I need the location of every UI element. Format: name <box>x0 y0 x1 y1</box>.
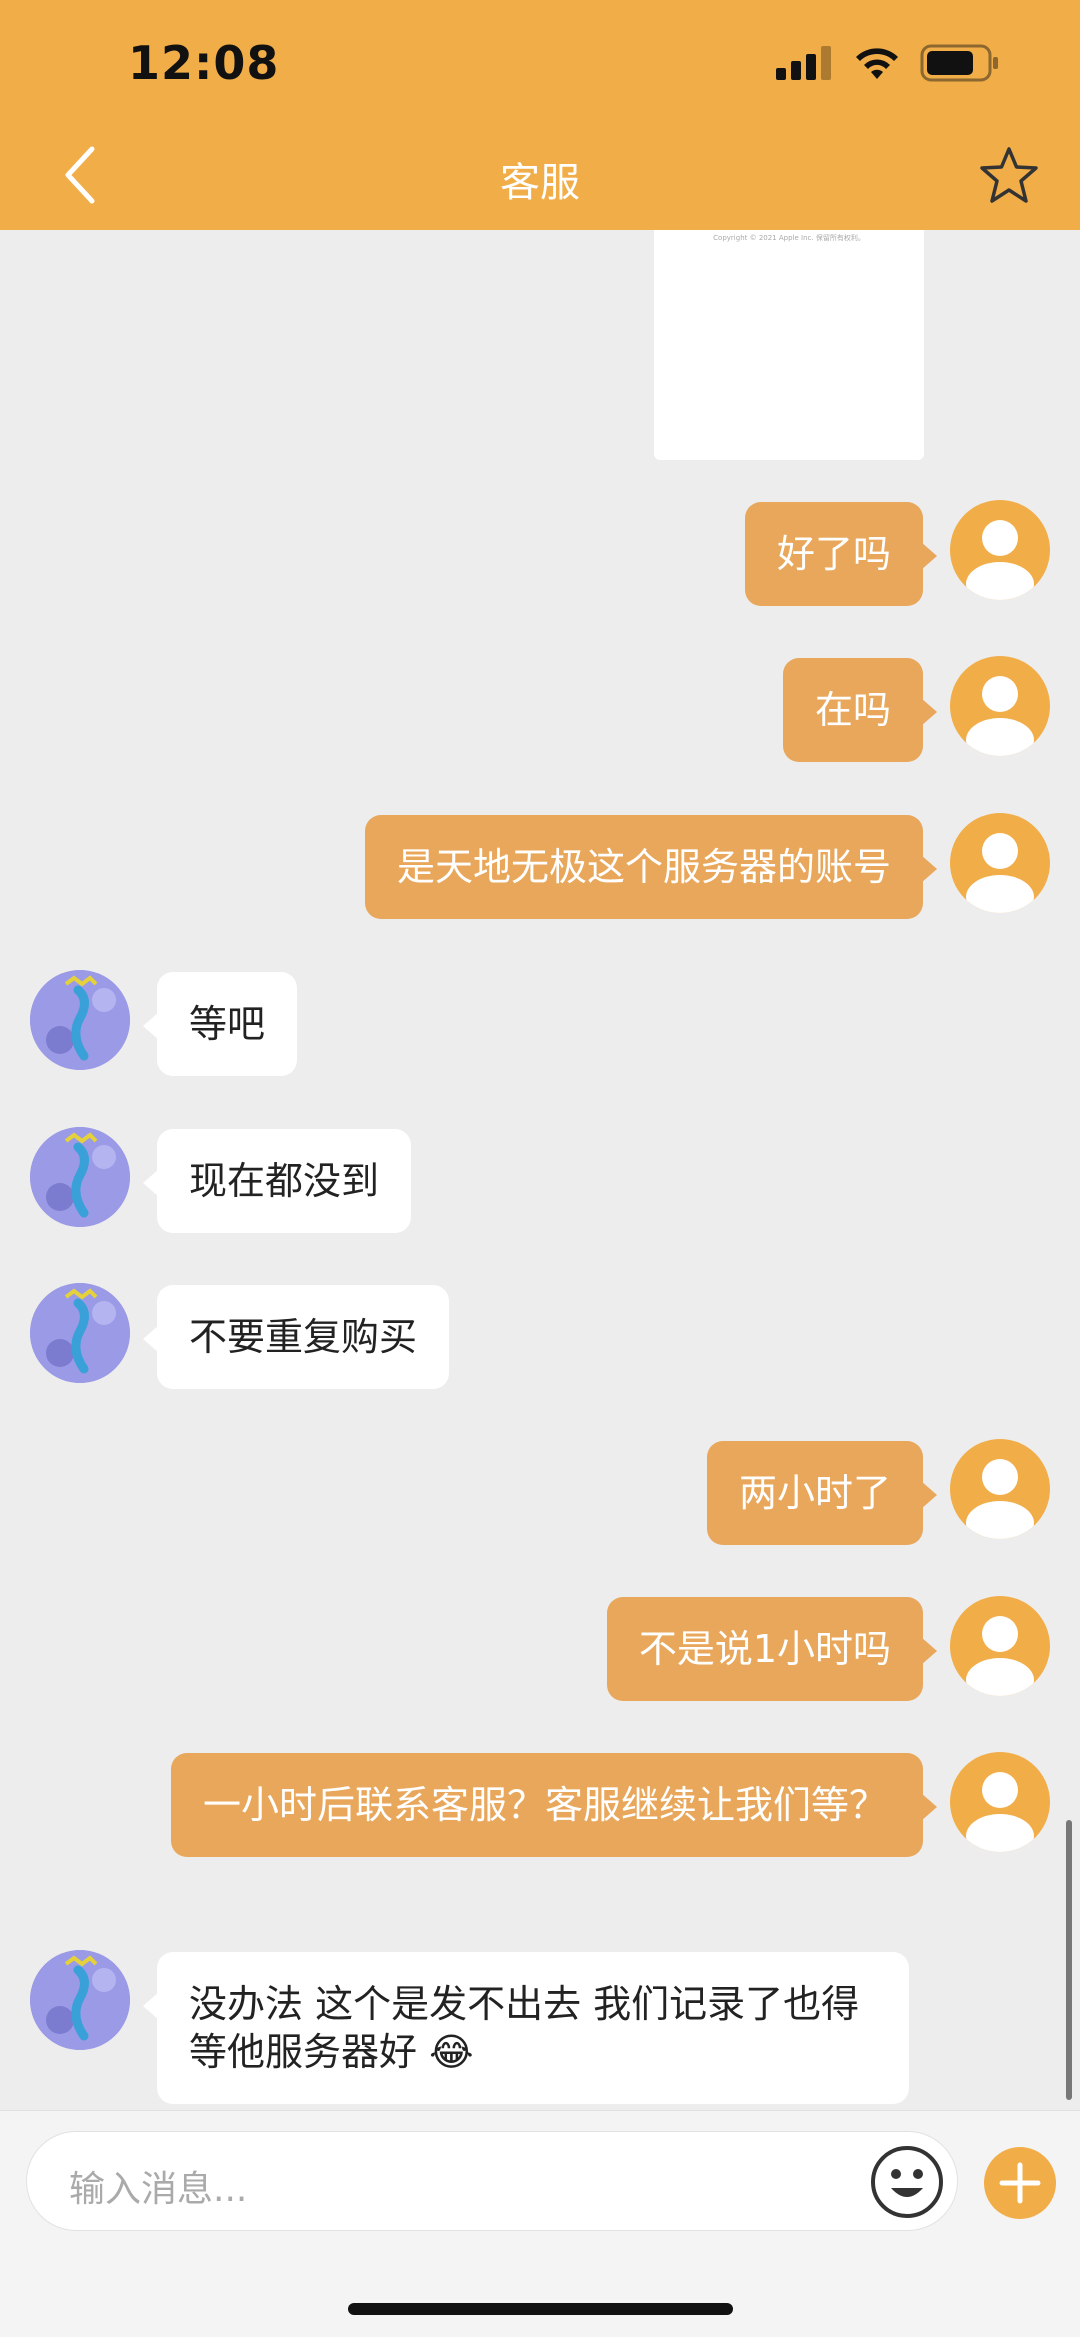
message-bubble-outgoing[interactable]: 一小时后联系客服？客服继续让我们等？ <box>171 1753 937 1857</box>
message-bubble-outgoing[interactable]: 在吗 <box>782 658 938 762</box>
image-message[interactable]: Copyright © 2021 Apple Inc. 保留所有权利。 <box>654 230 924 460</box>
user-avatar[interactable] <box>950 1596 1050 1696</box>
home-indicator[interactable] <box>348 2303 733 2315</box>
battery-icon <box>920 44 998 82</box>
message-bubble-outgoing[interactable]: 不是说1小时吗 <box>606 1597 938 1701</box>
wifi-icon <box>856 48 898 79</box>
status-time: 12:08 <box>128 36 280 90</box>
emoji-icon[interactable] <box>869 2144 945 2220</box>
page-title: 客服 <box>500 160 580 206</box>
message-bubble-incoming[interactable]: 不要重复购买 <box>142 1285 450 1389</box>
user-avatar[interactable] <box>950 500 1050 600</box>
message-bubble-incoming[interactable]: 现在都没到 <box>142 1129 412 1233</box>
plus-icon <box>999 2162 1041 2204</box>
header: 12:08 客服 <box>0 0 1080 230</box>
agent-avatar[interactable] <box>30 970 130 1070</box>
message-composer: 输入消息... <box>0 2110 1080 2337</box>
message-input-placeholder: 输入消息... <box>69 2169 248 2210</box>
user-avatar[interactable] <box>950 656 1050 756</box>
agent-avatar[interactable] <box>30 1950 130 2050</box>
user-avatar[interactable] <box>950 1752 1050 1852</box>
agent-avatar[interactable] <box>30 1283 130 1383</box>
status-icons <box>776 44 1000 82</box>
chat-history[interactable]: Copyright © 2021 Apple Inc. 保留所有权利。 好了吗 … <box>0 230 1080 2110</box>
message-bubble-outgoing[interactable]: 是天地无极这个服务器的账号 <box>364 815 938 919</box>
agent-avatar[interactable] <box>30 1127 130 1227</box>
message-bubble-outgoing[interactable]: 好了吗 <box>744 502 938 606</box>
user-avatar[interactable] <box>950 1439 1050 1539</box>
message-bubble-incoming[interactable]: 等吧 <box>142 972 298 1076</box>
star-icon[interactable] <box>978 145 1040 205</box>
image-caption: Copyright © 2021 Apple Inc. 保留所有权利。 <box>713 234 865 242</box>
message-input[interactable]: 输入消息... <box>26 2131 958 2231</box>
user-avatar[interactable] <box>950 813 1050 913</box>
message-bubble-incoming[interactable]: 没办法 这个是发不出去 我们记录了也得等他服务器好 😂 <box>143 1952 909 2104</box>
chat-scrollbar[interactable] <box>1066 1820 1072 2100</box>
add-attachment-button[interactable] <box>984 2147 1056 2219</box>
message-bubble-outgoing[interactable]: 两小时了 <box>706 1441 938 1545</box>
signal-icon <box>776 46 831 80</box>
